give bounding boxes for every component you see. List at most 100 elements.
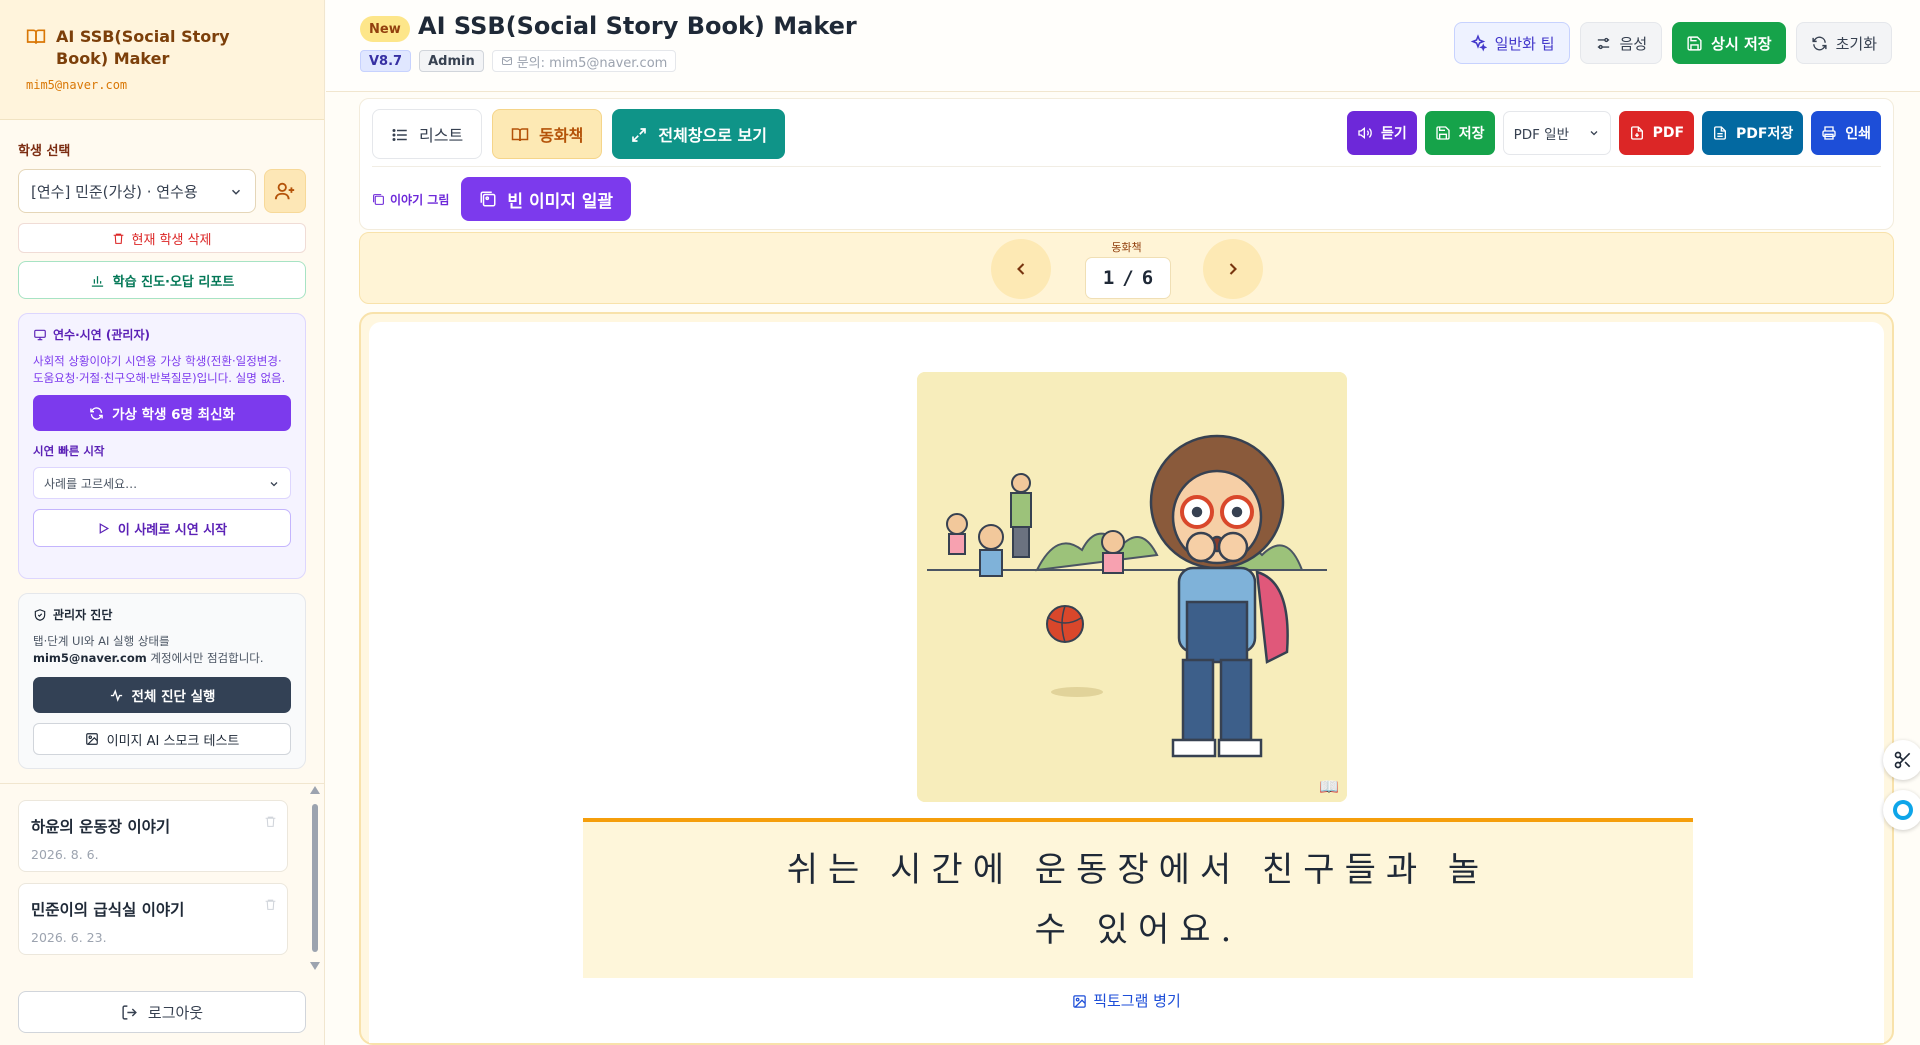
- delete-student-button[interactable]: 현재 학생 삭제: [18, 223, 306, 253]
- admin-desc-email: mim5@naver.com: [33, 651, 147, 665]
- list-item[interactable]: 민준이의 급식실 이야기 2026. 6. 23.: [18, 883, 288, 955]
- admin-card-desc: 탭·단계 UI와 AI 실행 상태를 mim5@naver.com 계정에서만 …: [33, 633, 291, 667]
- refresh-icon: [1811, 34, 1828, 52]
- story-title: 민준이의 급식실 이야기: [31, 901, 185, 919]
- student-select-value: [연수] 민준(가상) · 연수용: [31, 182, 198, 201]
- pdf-save-label: PDF저장: [1736, 126, 1794, 142]
- brand-title: AI SSB(Social Story Book) Maker: [56, 27, 230, 68]
- add-student-button[interactable]: [264, 169, 306, 213]
- bar-chart-icon: [90, 273, 105, 288]
- admin-desc-prefix: 탭·단계 UI와 AI 실행 상태를: [33, 634, 170, 648]
- refresh-icon: [89, 405, 104, 421]
- story-caption: 쉬는 시간에 운동장에서 친구들과 놀 수 있어요.: [583, 818, 1693, 978]
- tab-list[interactable]: 리스트: [372, 109, 483, 159]
- save-label: 저장: [1458, 126, 1485, 142]
- book-open-icon: [511, 124, 529, 144]
- brand-header: AI SSB(Social Story Book) Maker mim5@nav…: [0, 0, 324, 120]
- brand-email: mim5@naver.com: [26, 78, 128, 92]
- admin-diagnostics-card: 관리자 진단 탭·단계 UI와 AI 실행 상태를 mim5@naver.com…: [18, 593, 306, 769]
- pager-caption: 동화책: [1111, 241, 1142, 254]
- story-image-text: 이야기 그림: [390, 192, 450, 207]
- chevron-down-icon: [1588, 125, 1600, 141]
- story-illustration[interactable]: 📖: [917, 372, 1347, 802]
- images-icon: [479, 189, 497, 209]
- autosave-button[interactable]: 상시 저장: [1672, 22, 1786, 64]
- prev-page-button[interactable]: [991, 239, 1051, 299]
- trash-icon[interactable]: [264, 894, 277, 913]
- pdf-label: PDF: [1652, 125, 1685, 141]
- user-plus-icon: [274, 180, 296, 202]
- scroll-thumb[interactable]: [312, 804, 318, 952]
- role-chip: Admin: [419, 50, 484, 72]
- run-diagnostics-button[interactable]: 전체 진단 실행: [33, 677, 291, 713]
- trash-icon[interactable]: [264, 811, 277, 830]
- case-select[interactable]: 사례를 고르세요…: [33, 467, 291, 499]
- save-icon: [1686, 34, 1703, 52]
- chat-icon[interactable]: [1883, 790, 1920, 830]
- activity-icon: [109, 687, 124, 703]
- file-pdf-icon: [1629, 125, 1645, 141]
- chevron-down-icon: [229, 182, 243, 200]
- sliders-icon: [1595, 34, 1612, 52]
- blank-images-label: 빈 이미지 일괄: [507, 191, 614, 212]
- logout-button[interactable]: 로그아웃: [18, 991, 306, 1033]
- tip-label: 일반화 팁: [1494, 34, 1555, 53]
- save-button[interactable]: 저장: [1424, 111, 1495, 155]
- scroll-up-icon[interactable]: [310, 786, 320, 794]
- speaker-icon: [1357, 125, 1373, 141]
- reset-button[interactable]: 초기화: [1795, 22, 1892, 64]
- file-text-icon: [1712, 125, 1728, 141]
- start-demo-button[interactable]: 이 사례로 시연 시작: [33, 509, 291, 547]
- blank-images-batch-button[interactable]: 빈 이미지 일괄: [461, 177, 632, 221]
- print-button[interactable]: 인쇄: [1811, 111, 1881, 155]
- tab-storybook[interactable]: 동화책: [492, 109, 603, 159]
- listen-button[interactable]: 듣기: [1347, 111, 1417, 155]
- pdf-mode-select[interactable]: PDF 일반: [1502, 111, 1611, 155]
- trash-icon: [112, 231, 125, 246]
- pdf-button[interactable]: PDF: [1618, 111, 1695, 155]
- svg-text:📖: 📖: [1319, 777, 1339, 796]
- storybook-page: 📖 쉬는 시간에 운동장에서 친구들과 놀 수 있어요. 픽토그램 병기: [359, 312, 1894, 1045]
- voice-settings-button[interactable]: 음성: [1579, 22, 1663, 64]
- student-select[interactable]: [연수] 민준(가상) · 연수용: [18, 169, 256, 213]
- scroll-down-icon[interactable]: [310, 962, 320, 970]
- app-header: New AI SSB(Social Story Book) Maker V8.7…: [326, 0, 1920, 92]
- start-demo-label: 이 사례로 시연 시작: [117, 522, 228, 538]
- chevron-left-icon: [1011, 259, 1031, 280]
- shield-icon: [33, 607, 47, 622]
- logout-icon: [121, 1003, 138, 1021]
- tab-list-label: 리스트: [419, 126, 464, 145]
- demo-card-title: 연수·시연 (관리자): [53, 328, 150, 342]
- story-list-scrollbar[interactable]: [308, 784, 322, 974]
- version-chip: V8.7: [360, 50, 412, 72]
- monitor-icon: [33, 327, 47, 342]
- voice-label: 음성: [1619, 34, 1648, 53]
- fullscreen-button[interactable]: 전체창으로 보기: [612, 109, 785, 159]
- sidebar: AI SSB(Social Story Book) Maker mim5@nav…: [0, 0, 325, 1045]
- saved-stories-list: 하윤의 운동장 이야기 2026. 8. 6. 민준이의 급식실 이야기 202…: [0, 783, 325, 973]
- image-smoke-test-button[interactable]: 이미지 AI 스모크 테스트: [33, 723, 291, 755]
- autosave-label: 상시 저장: [1711, 34, 1772, 53]
- generalization-tip-button[interactable]: 일반화 팁: [1453, 22, 1570, 64]
- smoke-test-label: 이미지 AI 스모크 테스트: [106, 733, 240, 749]
- refresh-virtual-students-button[interactable]: 가상 학생 6명 최신화: [33, 395, 291, 431]
- report-button[interactable]: 학습 진도·오답 리포트: [18, 261, 306, 299]
- list-item[interactable]: 하윤의 운동장 이야기 2026. 8. 6.: [18, 800, 288, 872]
- viewer-toolbar: 리스트 동화책 전체창으로 보기 듣기 저장 PDF 일반 PDF PDF저장 …: [359, 98, 1894, 230]
- toolbar-divider: [372, 166, 1881, 167]
- sparkles-icon: [1469, 34, 1487, 53]
- chevron-down-icon: [268, 476, 280, 490]
- page-separator: /: [1122, 267, 1134, 289]
- total-pages: 6: [1141, 267, 1154, 289]
- run-diagnostics-label: 전체 진단 실행: [131, 689, 216, 705]
- scissors-icon[interactable]: [1883, 740, 1920, 780]
- page-navigator: 동화책 1 / 6: [359, 232, 1894, 304]
- pictogram-toggle[interactable]: 픽토그램 병기: [369, 990, 1884, 1011]
- print-label: 인쇄: [1845, 126, 1871, 142]
- next-page-button[interactable]: [1203, 239, 1263, 299]
- admin-desc-suffix: 계정에서만 점검합니다.: [146, 651, 264, 665]
- pdf-save-button[interactable]: PDF저장: [1702, 111, 1804, 155]
- pictogram-toggle-label: 픽토그램 병기: [1093, 992, 1181, 1010]
- mail-icon: [501, 54, 513, 69]
- save-icon: [1435, 125, 1451, 141]
